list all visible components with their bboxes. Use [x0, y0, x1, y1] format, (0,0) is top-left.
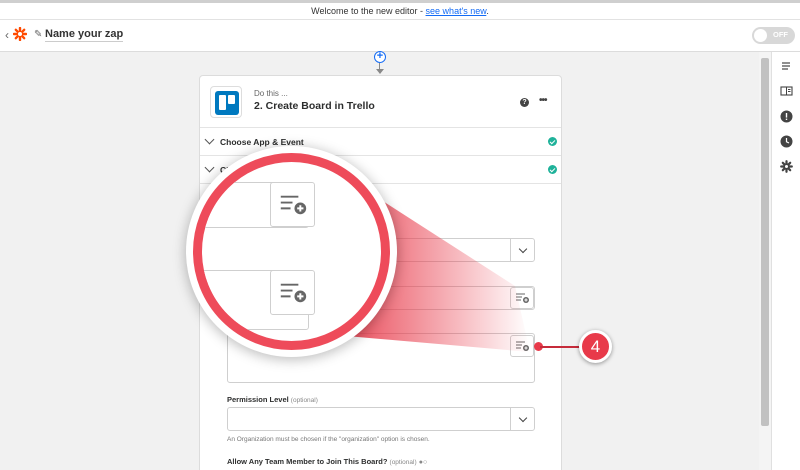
chevron-down-icon: [204, 162, 215, 173]
whats-new-link[interactable]: see what's new: [426, 6, 487, 16]
insert-data-icon: [516, 341, 529, 351]
clock-icon[interactable]: [778, 133, 794, 149]
scrollbar-thumb[interactable]: [761, 58, 769, 426]
right-sidebar: [771, 52, 800, 470]
magnifier-circle: [193, 153, 390, 350]
dropdown-separator: [510, 408, 511, 430]
editor-header: ‹ ✎ Name your zap OFF: [0, 20, 800, 52]
team-join-label: Allow Any Team Member to Join This Board…: [227, 457, 428, 466]
permission-level-dropdown[interactable]: [227, 407, 535, 431]
optional-tag: (optional): [290, 397, 318, 404]
section-title: Choose App & Event: [220, 137, 304, 147]
step-kicker: Do this ...: [254, 89, 288, 98]
chevron-down-icon: [518, 413, 528, 423]
check-icon: [548, 165, 557, 174]
chevron-down-icon: [204, 134, 215, 145]
zap-name-field[interactable]: Name your zap: [45, 28, 124, 42]
section-choose-app-event[interactable]: Choose App & Event: [200, 128, 561, 156]
back-chevron-icon[interactable]: ‹: [5, 28, 9, 42]
insert-data-icon: [516, 293, 529, 303]
zoomed-insert-data-icon: [270, 182, 315, 227]
connector-arrow-icon: [376, 69, 384, 74]
help-icon[interactable]: ?: [520, 98, 529, 107]
guide-book-icon[interactable]: [778, 83, 794, 99]
permission-help-text: An Organization must be chosen if the "o…: [227, 436, 430, 443]
callout-line: [540, 346, 580, 348]
zap-status-toggle[interactable]: OFF: [752, 27, 795, 44]
dropdown-separator: [510, 239, 511, 261]
insert-data-button[interactable]: [510, 335, 534, 357]
pencil-icon[interactable]: ✎: [34, 29, 42, 40]
insert-data-button[interactable]: [510, 287, 534, 309]
step-header[interactable]: Do this ... 2. Create Board in Trello ? …: [200, 76, 561, 128]
zapier-logo-icon[interactable]: [12, 26, 28, 46]
zoomed-insert-data-icon: [270, 270, 315, 315]
info-icon[interactable]: ●○: [419, 459, 427, 466]
check-icon: [548, 137, 557, 146]
callout-badge: 4: [579, 330, 612, 363]
permission-level-label: Permission Level (optional): [227, 395, 318, 404]
optional-tag: (optional): [389, 459, 417, 466]
add-step-button[interactable]: +: [374, 51, 386, 63]
banner-text: Welcome to the new editor -: [311, 6, 426, 16]
gear-icon[interactable]: [778, 158, 794, 174]
chevron-down-icon: [518, 244, 528, 254]
editor-banner: Welcome to the new editor - see what's n…: [0, 3, 800, 20]
trello-app-icon: [210, 86, 242, 118]
banner-suffix: .: [486, 6, 489, 16]
toggle-knob: [754, 29, 767, 42]
more-options-icon[interactable]: •••: [539, 95, 547, 106]
alert-icon[interactable]: [778, 108, 794, 124]
toggle-label: OFF: [773, 30, 788, 39]
outline-list-icon[interactable]: [778, 58, 794, 74]
step-title: 2. Create Board in Trello: [254, 100, 375, 112]
